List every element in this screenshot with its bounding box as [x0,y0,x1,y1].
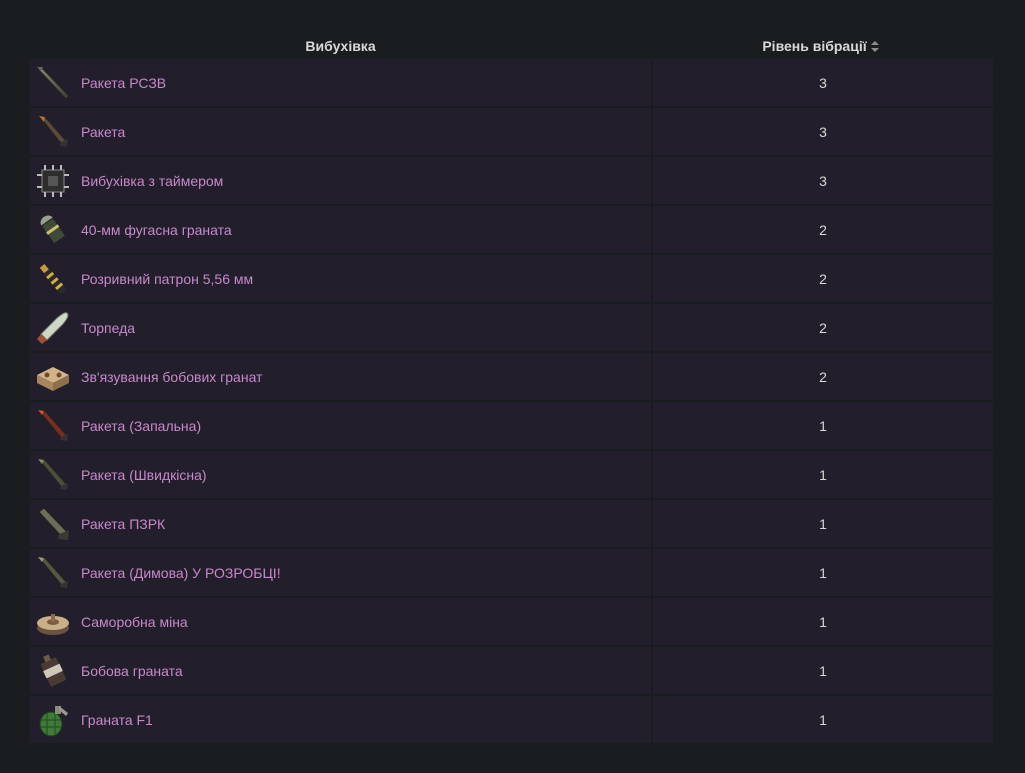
item-link[interactable]: Ракета (Швидкісна) [81,467,207,483]
mlrs-rocket-icon[interactable] [33,63,73,103]
incendiary-rocket-icon[interactable] [33,406,73,446]
satchel-charge-icon[interactable] [33,357,73,397]
table-row: Бобова граната 1 [30,647,993,694]
item-link[interactable]: Граната F1 [81,712,153,728]
rocket-icon[interactable] [33,112,73,152]
table-row: Саморобна міна 1 [30,598,993,645]
vibration-level-value: 3 [653,108,993,155]
vibration-level-value: 1 [653,696,993,743]
table-row: Ракета 3 [30,108,993,155]
sam-rocket-icon[interactable] [33,504,73,544]
table-header: Вибухівка Рівень вібрації [30,33,993,59]
item-link[interactable]: Зв'язування бобових гранат [81,369,262,385]
vibration-level-value: 1 [653,647,993,694]
table-row: Граната F1 1 [30,696,993,743]
torpedo-icon[interactable] [33,308,73,348]
beancan-grenade-icon[interactable] [33,651,73,691]
table-row: Зв'язування бобових гранат 2 [30,353,993,400]
item-link[interactable]: Ракета (Димова) У РОЗРОБЦІ! [81,565,281,581]
column-header-vibration-level[interactable]: Рівень вібрації [651,38,991,54]
f1-grenade-icon[interactable] [33,700,73,740]
item-link[interactable]: Ракета [81,124,125,140]
item-link[interactable]: Ракета (Запальна) [81,418,201,434]
vibration-level-value: 2 [653,255,993,302]
vibration-level-value: 3 [653,59,993,106]
vibration-level-value: 2 [653,353,993,400]
smoke-rocket-icon[interactable] [33,553,73,593]
vibration-level-value: 2 [653,304,993,351]
item-link[interactable]: Вибухівка з таймером [81,173,223,189]
table-row: Торпеда 2 [30,304,993,351]
table-row: Ракета (Димова) У РОЗРОБЦІ! 1 [30,549,993,596]
hv-rocket-icon[interactable] [33,455,73,495]
vibration-level-value: 1 [653,598,993,645]
timed-explosive-icon[interactable] [33,161,73,201]
table-row: Ракета ПЗРК 1 [30,500,993,547]
item-link[interactable]: Торпеда [81,320,135,336]
explosive-ammo-556-icon[interactable] [33,259,73,299]
item-link[interactable]: Саморобна міна [81,614,188,630]
explosives-table: Вибухівка Рівень вібрації Ракета РСЗВ 3 … [30,33,993,745]
table-row: Вибухівка з таймером 3 [30,157,993,204]
vibration-level-value: 1 [653,549,993,596]
table-row: 40-мм фугасна граната 2 [30,206,993,253]
vibration-level-value: 3 [653,157,993,204]
table-row: Ракета РСЗВ 3 [30,59,993,106]
table-row: Ракета (Швидкісна) 1 [30,451,993,498]
item-link[interactable]: Ракета РСЗВ [81,75,166,91]
vibration-level-value: 1 [653,451,993,498]
he-grenade-40mm-icon[interactable] [33,210,73,250]
vibration-level-value: 2 [653,206,993,253]
item-link[interactable]: Бобова граната [81,663,183,679]
sort-icon[interactable] [870,40,880,52]
column-header-explosive: Вибухівка [305,38,376,54]
table-row: Розривний патрон 5,56 мм 2 [30,255,993,302]
item-link[interactable]: Розривний патрон 5,56 мм [81,271,253,287]
item-link[interactable]: Ракета ПЗРК [81,516,165,532]
landmine-icon[interactable] [33,602,73,642]
table-row: Ракета (Запальна) 1 [30,402,993,449]
vibration-level-value: 1 [653,500,993,547]
vibration-level-value: 1 [653,402,993,449]
item-link[interactable]: 40-мм фугасна граната [81,222,232,238]
